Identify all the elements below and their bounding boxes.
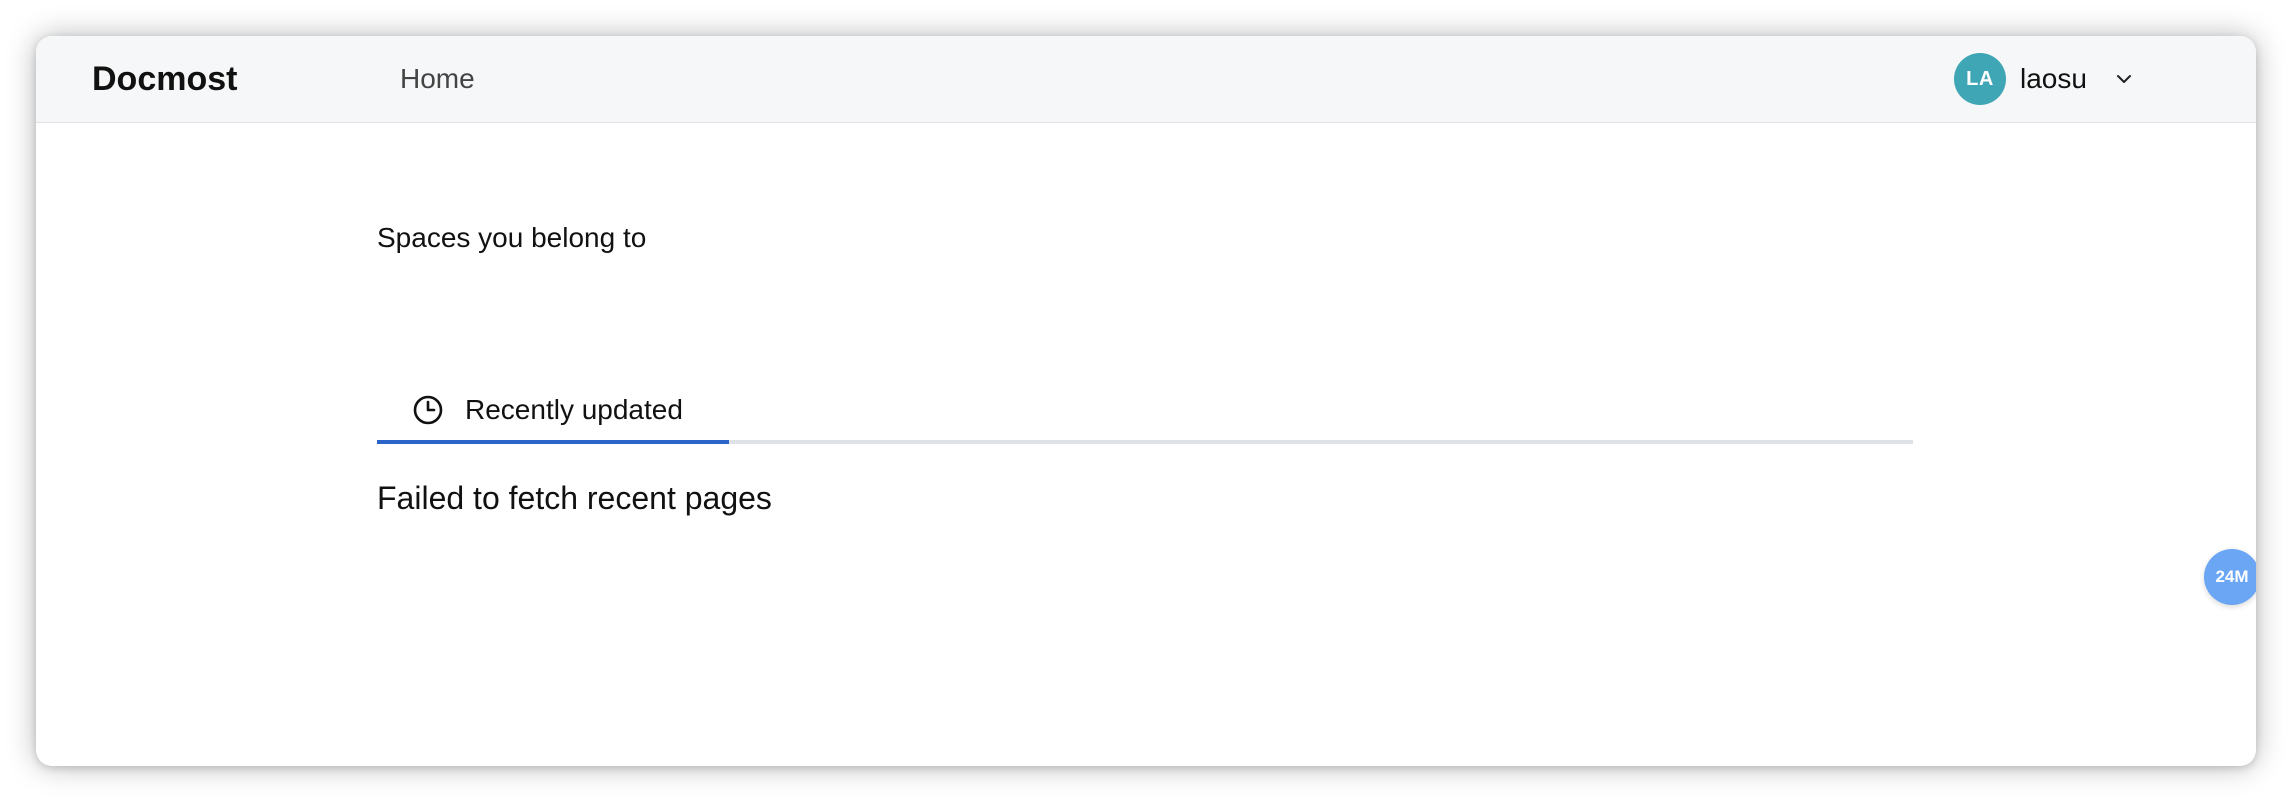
username-label: laosu <box>2020 63 2087 94</box>
user-menu-button[interactable]: LA laosu <box>1954 52 2133 106</box>
nav-home-link[interactable]: Home <box>400 36 475 122</box>
avatar: LA <box>1954 53 2006 105</box>
spaces-section-title: Spaces you belong to <box>377 222 647 253</box>
clock-icon <box>411 393 445 427</box>
tab-active-indicator <box>377 440 729 444</box>
floating-memory-badge[interactable]: 24M <box>2204 549 2256 605</box>
chevron-down-icon <box>2115 70 2133 88</box>
tab-recently-updated[interactable]: Recently updated <box>377 376 729 444</box>
fetch-error-message: Failed to fetch recent pages <box>377 480 772 516</box>
tab-label: Recently updated <box>465 394 683 425</box>
app-window: Docmost Home LA laosu Spaces you belong … <box>36 36 2256 766</box>
tabs-list: Recently updated <box>377 376 1913 444</box>
top-header: Docmost Home LA laosu <box>36 36 2256 123</box>
app-logo[interactable]: Docmost <box>92 36 237 122</box>
